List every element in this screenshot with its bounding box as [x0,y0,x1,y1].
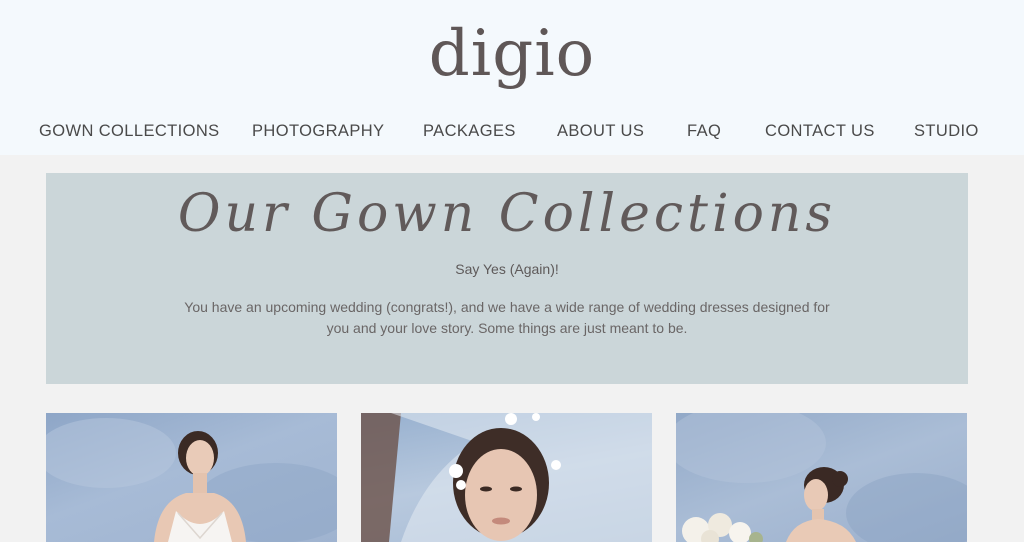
site-header: digio GOWN COLLECTIONS PHOTOGRAPHY PACKA… [0,0,1024,155]
nav-item-gown-collections[interactable]: GOWN COLLECTIONS [39,120,220,142]
bride-veil-closeup-image [361,413,652,542]
gallery-card-2[interactable] [361,413,652,542]
nav-item-about-us[interactable]: ABOUT US [557,120,644,142]
nav-item-photography[interactable]: PHOTOGRAPHY [252,120,384,142]
collections-hero: Our Gown Collections Say Yes (Again)! Yo… [46,173,968,384]
bride-bouquet-image [676,413,967,542]
hero-description: You have an upcoming wedding (congrats!)… [166,297,848,339]
hero-description-line-2: you and your love story. Some things are… [326,320,688,336]
nav-item-contact-us[interactable]: CONTACT US [765,120,875,142]
nav-item-packages[interactable]: PACKAGES [423,120,516,142]
page-title: Our Gown Collections [177,184,837,244]
bride-lace-gown-image [46,418,337,542]
nav-item-faq[interactable]: FAQ [687,120,721,142]
gallery-card-3[interactable] [676,413,967,542]
site-logo[interactable]: digio [0,14,1024,94]
main-nav: GOWN COLLECTIONS PHOTOGRAPHY PACKAGES AB… [0,120,1024,144]
nav-item-studio[interactable]: STUDIO [914,120,979,142]
gallery-card-1[interactable] [46,413,337,542]
hero-description-line-1: You have an upcoming wedding (congrats!)… [184,299,830,315]
hero-subtitle: Say Yes (Again)! [455,261,559,277]
